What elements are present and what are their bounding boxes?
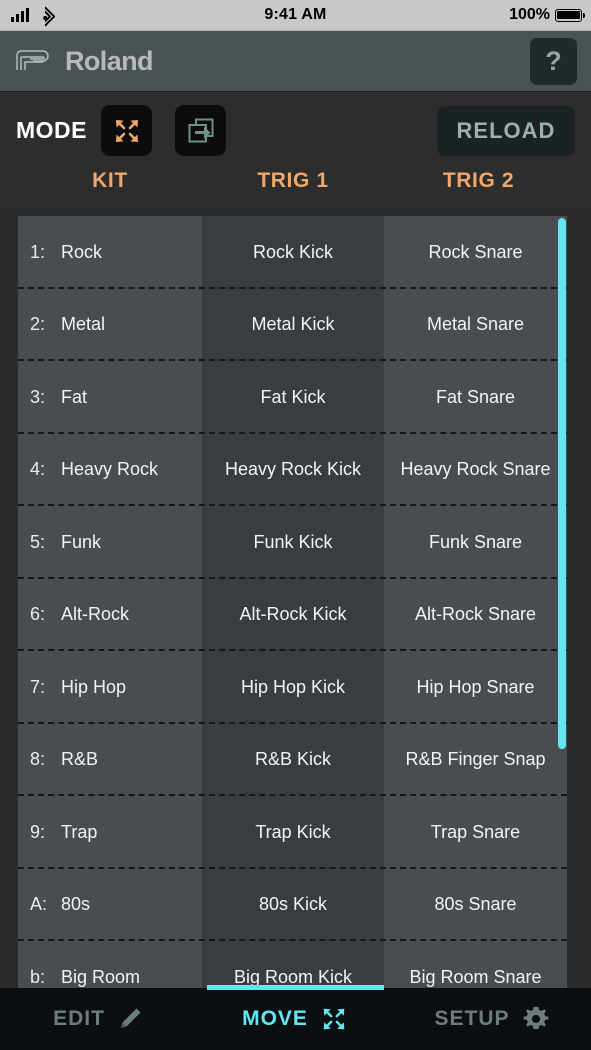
row-trig1-cell[interactable]: Heavy Rock Kick bbox=[202, 433, 384, 506]
row-index-label: 2: bbox=[30, 314, 46, 335]
row-kit-name: Big Room bbox=[61, 966, 141, 987]
status-bar-clock: 9:41 AM bbox=[264, 6, 327, 23]
row-kit-cell[interactable]: 8: R&B bbox=[18, 723, 202, 796]
table-row[interactable]: 6: Alt-Rock Alt-Rock Kick Alt-Rock Snare bbox=[18, 578, 567, 651]
move-arrows-icon bbox=[319, 1004, 349, 1034]
roland-logo: Roland bbox=[14, 45, 154, 77]
row-kit-name: Metal bbox=[61, 314, 106, 335]
row-kit-cell[interactable]: 5: Funk bbox=[18, 506, 202, 579]
row-trig2-cell[interactable]: Fat Snare bbox=[384, 361, 567, 434]
mode-bar: MODE RELOAD bbox=[0, 92, 591, 169]
row-trig2-cell[interactable]: Trap Snare bbox=[384, 796, 567, 869]
status-bar: 9:41 AM 100% bbox=[0, 0, 591, 31]
row-trig1-cell[interactable]: Fat Kick bbox=[202, 361, 384, 434]
copy-mode-icon bbox=[188, 118, 213, 142]
row-kit-cell[interactable]: A: 80s bbox=[18, 868, 202, 941]
row-trig1-cell[interactable]: Alt-Rock Kick bbox=[202, 578, 384, 651]
row-kit-cell[interactable]: 9: Trap bbox=[18, 796, 202, 869]
tab-edit-label: EDIT bbox=[53, 1007, 105, 1030]
kit-list[interactable]: 1: Rock Rock Kick Rock Snare 2: Metal Metal Ki… bbox=[18, 216, 567, 988]
row-index-label: 6: bbox=[30, 604, 46, 625]
row-kit-name: R&B bbox=[61, 749, 99, 770]
row-trig1-cell[interactable]: Metal Kick bbox=[202, 288, 384, 361]
row-index-label: b: bbox=[30, 966, 46, 987]
row-trig1-cell[interactable]: Funk Kick bbox=[202, 506, 384, 579]
tab-edit[interactable]: EDIT bbox=[0, 988, 197, 1050]
table-row[interactable]: 3: Fat Fat Kick Fat Snare bbox=[18, 361, 567, 434]
row-trig2-cell[interactable]: Funk Snare bbox=[384, 506, 567, 579]
row-trig1-cell[interactable]: R&B Kick bbox=[202, 723, 384, 796]
row-kit-name: Rock bbox=[61, 241, 103, 262]
row-index-label: 5: bbox=[30, 531, 46, 552]
row-index-label: 4: bbox=[30, 459, 46, 480]
mode-label: MODE bbox=[16, 117, 87, 143]
row-trig2-cell[interactable]: Rock Snare bbox=[384, 216, 567, 289]
row-kit-cell[interactable]: 4: Heavy Rock bbox=[18, 433, 202, 506]
move-mode-icon bbox=[115, 119, 138, 142]
row-kit-cell[interactable]: 1: Rock bbox=[18, 216, 202, 289]
tab-setup[interactable]: SETUP bbox=[394, 988, 591, 1050]
table-row[interactable]: 1: Rock Rock Kick Rock Snare bbox=[18, 216, 567, 289]
table-row[interactable]: 5: Funk Funk Kick Funk Snare bbox=[18, 506, 567, 579]
row-kit-cell[interactable]: 3: Fat bbox=[18, 361, 202, 434]
help-button[interactable]: ? bbox=[530, 37, 577, 85]
tab-setup-label: SETUP bbox=[434, 1007, 510, 1030]
table-row[interactable]: 4: Heavy Rock Heavy Rock Kick Heavy Rock Sn… bbox=[18, 433, 567, 506]
row-kit-name: Heavy Rock bbox=[61, 459, 159, 480]
row-index-label: 7: bbox=[30, 676, 46, 697]
row-trig2-cell[interactable]: Alt-Rock Snare bbox=[384, 578, 567, 651]
row-trig1-cell[interactable]: Hip Hop Kick bbox=[202, 651, 384, 724]
row-trig1-cell[interactable]: Big Room Kick bbox=[202, 941, 384, 988]
column-headers: KIT TRIG 1 TRIG 2 bbox=[0, 169, 591, 208]
row-kit-name: Fat bbox=[61, 386, 88, 407]
move-mode-button[interactable] bbox=[101, 105, 152, 156]
row-trig1-cell[interactable]: Rock Kick bbox=[202, 216, 384, 289]
row-index-label: 8: bbox=[30, 749, 46, 770]
row-index-label: 1: bbox=[30, 241, 46, 262]
roland-logo-icon bbox=[16, 50, 49, 70]
column-header-trig2: TRIG 2 bbox=[442, 169, 515, 192]
row-kit-cell[interactable]: b: Big Room bbox=[18, 941, 202, 988]
table-row[interactable]: 7: Hip Hop Hip Hop Kick Hip Hop Snare bbox=[18, 651, 567, 724]
row-trig2-cell[interactable]: 80s Snare bbox=[384, 868, 567, 941]
battery-full-icon bbox=[555, 8, 586, 22]
tab-move[interactable]: MOVE bbox=[197, 985, 394, 1050]
reload-button[interactable]: RELOAD bbox=[437, 105, 575, 156]
gear-icon bbox=[521, 1004, 551, 1034]
table-row[interactable]: 9: Trap Trap Kick Trap Snare bbox=[18, 796, 567, 869]
row-index-label: 3: bbox=[30, 386, 46, 407]
row-kit-name: 80s bbox=[61, 894, 91, 915]
row-kit-name: Funk bbox=[61, 531, 102, 552]
row-kit-name: Alt-Rock bbox=[61, 604, 130, 625]
row-kit-cell[interactable]: 6: Alt-Rock bbox=[18, 578, 202, 651]
copy-mode-button[interactable] bbox=[175, 105, 226, 156]
brand-bar: Roland ? bbox=[0, 31, 591, 92]
row-trig2-cell[interactable]: R&B Finger Snap bbox=[384, 723, 567, 796]
row-trig1-cell[interactable]: Trap Kick bbox=[202, 796, 384, 869]
row-trig2-cell[interactable]: Heavy Rock Snare bbox=[384, 433, 567, 506]
row-trig2-cell[interactable]: Hip Hop Snare bbox=[384, 651, 567, 724]
row-trig1-cell[interactable]: 80s Kick bbox=[202, 868, 384, 941]
table-row[interactable]: 2: Metal Metal Kick Metal Snare bbox=[18, 288, 567, 361]
row-index-label: A: bbox=[30, 894, 48, 915]
row-trig2-cell[interactable]: Big Room Snare bbox=[384, 941, 567, 988]
table-row[interactable]: b: Big Room Big Room Kick Big Room Snare bbox=[18, 941, 567, 988]
row-kit-cell[interactable]: 2: Metal bbox=[18, 288, 202, 361]
row-kit-cell[interactable]: 7: Hip Hop bbox=[18, 651, 202, 724]
row-kit-name: Trap bbox=[61, 821, 98, 842]
bottom-tab-bar: EDIT MOVE SETUP bbox=[0, 985, 591, 1050]
vertical-scrollbar[interactable] bbox=[558, 218, 566, 749]
table-row[interactable]: A: 80s 80s Kick 80s Snare bbox=[18, 868, 567, 941]
column-header-kit: KIT bbox=[92, 169, 128, 192]
pencil-icon bbox=[116, 1005, 144, 1033]
roland-logo-text: Roland bbox=[65, 45, 154, 76]
row-trig2-cell[interactable]: Metal Snare bbox=[384, 288, 567, 361]
table-row[interactable]: 8: R&B R&B Kick R&B Finger Snap bbox=[18, 723, 567, 796]
row-kit-name: Hip Hop bbox=[61, 676, 127, 697]
tab-move-label: MOVE bbox=[242, 1007, 308, 1030]
row-index-label: 9: bbox=[30, 821, 46, 842]
column-header-trig1: TRIG 1 bbox=[257, 169, 329, 192]
